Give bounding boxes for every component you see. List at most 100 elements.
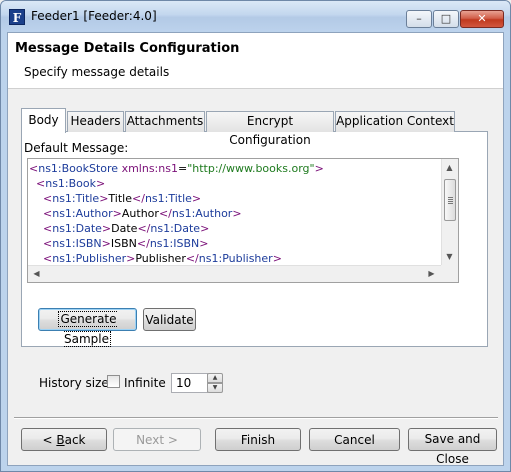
bracket: > [191, 192, 202, 205]
message-line: <ns1:BookStore xmlns:ns1="http://www.boo… [29, 161, 441, 176]
infinite-checkbox[interactable] [107, 375, 120, 388]
close-button[interactable]: ✕ [460, 10, 504, 28]
bracket: > [126, 252, 136, 265]
history-size-spinner: ▲ ▼ [207, 373, 223, 393]
default-message-label: Default Message: [24, 141, 129, 155]
bracket: > [96, 177, 106, 190]
footer-separator [14, 417, 498, 419]
spin-up-arrow-icon[interactable]: ▲ [207, 373, 223, 383]
tab-application-context[interactable]: Application Context [335, 111, 455, 132]
page-title: Message Details Configuration [15, 41, 240, 56]
page-subtitle: Specify message details [24, 65, 170, 79]
element-text: Publisher [135, 252, 186, 265]
equals: = [177, 162, 188, 175]
generate-sample-label: Generate Sample [58, 311, 117, 347]
tab-body[interactable]: Body [21, 108, 66, 133]
element-text: Date [111, 222, 138, 235]
generate-sample-button[interactable]: Generate Sample [38, 308, 137, 347]
close-tag: ns1:Date [150, 222, 201, 235]
message-line: <ns1:Author>Author</ns1:Author> [29, 206, 441, 221]
bracket: < [29, 162, 39, 175]
open-tag: ns1:BookStore [38, 162, 119, 175]
bracket: > [200, 222, 210, 235]
scrollbar-corner [441, 265, 458, 282]
infinite-label[interactable]: Infinite [124, 376, 166, 390]
bracket: </ [136, 237, 150, 250]
bracket: </ [137, 222, 151, 235]
element-text: Author [121, 207, 159, 220]
back-label-rest: ack [64, 432, 86, 447]
header-panel: Message Details Configuration Specify me… [8, 33, 503, 89]
close-tag: ns1:Publisher [198, 252, 273, 265]
app-icon: F [9, 9, 25, 25]
attribute-value: "http://www.books.org" [187, 162, 315, 175]
close-tag: ns1:Author [171, 207, 233, 220]
tab-encrypt-configuration[interactable]: Encrypt Configuration [206, 111, 334, 147]
bracket: </ [158, 207, 172, 220]
bracket: > [101, 222, 112, 235]
vertical-scroll-thumb[interactable] [444, 179, 456, 221]
bracket: < [36, 177, 46, 190]
dialog-client-area: Message Details Configuration Specify me… [7, 32, 504, 466]
maximize-button[interactable]: □ [433, 10, 459, 28]
back-mnemonic: B [56, 432, 65, 447]
bracket: < [43, 192, 53, 205]
finish-button[interactable]: Finish [215, 428, 301, 451]
bracket: > [101, 237, 111, 250]
horizontal-scrollbar[interactable]: ◀ ▶ [28, 265, 441, 282]
tab-headers[interactable]: Headers [67, 111, 124, 132]
bracket: < [43, 222, 53, 235]
element-text: ISBN [110, 237, 137, 250]
default-message-editor[interactable]: <ns1:BookStore xmlns:ns1="http://www.boo… [27, 158, 459, 283]
cancel-button[interactable]: Cancel [309, 428, 400, 451]
scroll-right-arrow-icon[interactable]: ▶ [424, 267, 439, 281]
close-tag: ns1:ISBN [149, 237, 200, 250]
history-size-input[interactable]: 10 [171, 373, 208, 393]
message-text[interactable]: <ns1:BookStore xmlns:ns1="http://www.boo… [29, 161, 441, 267]
bracket: > [314, 162, 324, 175]
message-line: <ns1:Date>Date</ns1:Date> [29, 221, 441, 236]
bracket: < [43, 207, 53, 220]
bracket: > [272, 252, 282, 265]
back-button[interactable]: < Back [21, 428, 107, 451]
spin-down-arrow-icon[interactable]: ▼ [207, 383, 223, 393]
bracket: </ [185, 252, 199, 265]
title-bar[interactable]: F Feeder1 [Feeder:4.0] – □ ✕ [1, 1, 510, 31]
bracket: < [43, 237, 53, 250]
next-button[interactable]: Next > [113, 428, 201, 451]
open-tag: ns1:Book [45, 177, 97, 190]
open-tag: ns1:Date [52, 222, 102, 235]
message-line: <ns1:Book> [29, 176, 441, 191]
close-tag: ns1:Title [144, 192, 192, 205]
open-tag: ns1:ISBN [52, 237, 102, 250]
message-line: <ns1:Publisher>Publisher</ns1:Publisher> [29, 251, 441, 266]
open-tag: ns1:Author [52, 207, 113, 220]
scroll-left-arrow-icon[interactable]: ◀ [29, 267, 44, 281]
element-text: Title [108, 192, 132, 205]
bracket: </ [132, 192, 145, 205]
open-tag: ns1:Publisher [52, 252, 127, 265]
dialog-window: F Feeder1 [Feeder:4.0] – □ ✕ Message Det… [0, 0, 511, 472]
scroll-down-arrow-icon[interactable]: ▼ [442, 250, 457, 264]
bracket: < [43, 252, 53, 265]
scroll-up-arrow-icon[interactable]: ▲ [442, 161, 457, 175]
vertical-scrollbar[interactable]: ▲ ▼ [441, 159, 458, 267]
message-line: <ns1:Title>Title</ns1:Title> [29, 191, 441, 206]
history-size-label: History size: [39, 376, 113, 390]
bracket: > [112, 207, 122, 220]
attribute-name: xmlns:ns1 [121, 162, 178, 175]
tab-attachments[interactable]: Attachments [125, 111, 205, 132]
open-tag: ns1:Title [52, 192, 100, 205]
minimize-button[interactable]: – [406, 10, 432, 28]
bracket: > [232, 207, 242, 220]
window-title: Feeder1 [Feeder:4.0] [31, 9, 157, 23]
message-line: <ns1:ISBN>ISBN</ns1:ISBN> [29, 236, 441, 251]
validate-button[interactable]: Validate [143, 308, 196, 331]
save-and-close-button[interactable]: Save and Close [408, 428, 497, 466]
